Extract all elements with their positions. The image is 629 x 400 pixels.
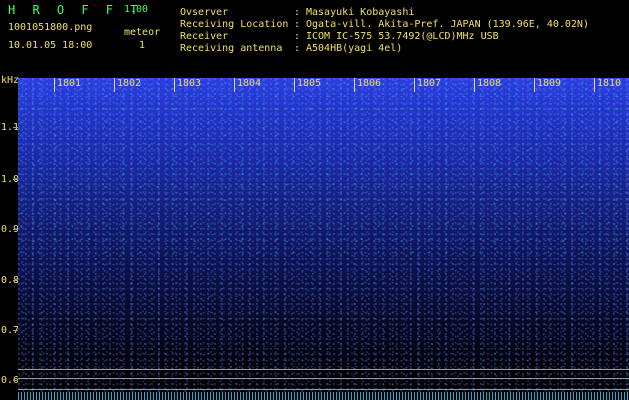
file-name: 1001051800.png xyxy=(8,22,93,33)
time-tick-label: 1804 xyxy=(237,78,262,89)
frequency-axis: kHz 1.1 1.0 0.9 0.8 0.7 0.6 xyxy=(0,75,20,400)
info-value-location: Ogata-vill. Akita-Pref. JAPAN (139.96E, … xyxy=(306,19,589,30)
time-tick-label: 1806 xyxy=(357,78,382,89)
time-tick-label: 1802 xyxy=(117,78,142,89)
info-sep-receiver: : xyxy=(294,31,301,42)
time-tick-label: 1801 xyxy=(57,78,82,89)
y-tick-label: 0.9 xyxy=(1,224,20,235)
time-tick-label: 1808 xyxy=(477,78,502,89)
time-tick-label: 1807 xyxy=(417,78,442,89)
info-key-antenna: Receiving antenna xyxy=(180,43,283,54)
info-value-receiver: ICOM IC-575 53.7492(@LCD)MHz USB xyxy=(306,31,499,42)
time-tick-line xyxy=(534,78,535,92)
app-version: 1.00 xyxy=(124,4,149,15)
time-tick-line xyxy=(474,78,475,92)
spectrogram xyxy=(18,78,629,400)
capture-datetime: 10.01.05 18:00 xyxy=(8,40,93,51)
reference-line-upper xyxy=(18,369,629,370)
header-panel: H R O F F T 1.00 1001051800.png meteor 1… xyxy=(0,0,629,78)
time-tick-line xyxy=(114,78,115,92)
time-tick-line xyxy=(594,78,595,92)
info-sep-observer: : xyxy=(294,7,301,18)
reference-line-middle xyxy=(18,378,629,379)
y-tick-label: 1.1 xyxy=(1,122,20,133)
info-sep-antenna: : xyxy=(294,43,301,54)
signal-noise-band xyxy=(18,392,629,400)
meteor-count: 1 xyxy=(139,40,146,51)
time-tick-line xyxy=(54,78,55,92)
info-value-observer: Masayuki Kobayashi xyxy=(306,7,415,18)
info-value-antenna: A504HB(yagi 4el) xyxy=(306,43,403,54)
y-tick-label: 0.6 xyxy=(1,375,20,386)
meteor-label: meteor xyxy=(124,27,161,38)
time-tick-label: 1810 xyxy=(597,78,622,89)
time-tick-line xyxy=(294,78,295,92)
app-logo: H R O F F T xyxy=(8,3,143,17)
info-key-observer: Ovserver xyxy=(180,7,229,18)
frequency-unit-label: kHz xyxy=(1,75,20,86)
time-axis: 1801 1802 1803 1804 1805 1806 1807 1808 … xyxy=(18,78,629,92)
time-tick-line xyxy=(414,78,415,92)
time-tick-line xyxy=(354,78,355,92)
reference-line-lower xyxy=(18,389,629,390)
y-tick-label: 1.0 xyxy=(1,174,20,185)
y-tick-label: 0.7 xyxy=(1,325,20,336)
info-key-receiver: Receiver xyxy=(180,31,229,42)
time-tick-label: 1803 xyxy=(177,78,202,89)
time-tick-label: 1805 xyxy=(297,78,322,89)
time-tick-line xyxy=(174,78,175,92)
time-tick-label: 1809 xyxy=(537,78,562,89)
y-tick-label: 0.8 xyxy=(1,275,20,286)
info-key-location: Receiving Location xyxy=(180,19,289,30)
info-sep-location: : xyxy=(294,19,301,30)
time-tick-line xyxy=(234,78,235,92)
